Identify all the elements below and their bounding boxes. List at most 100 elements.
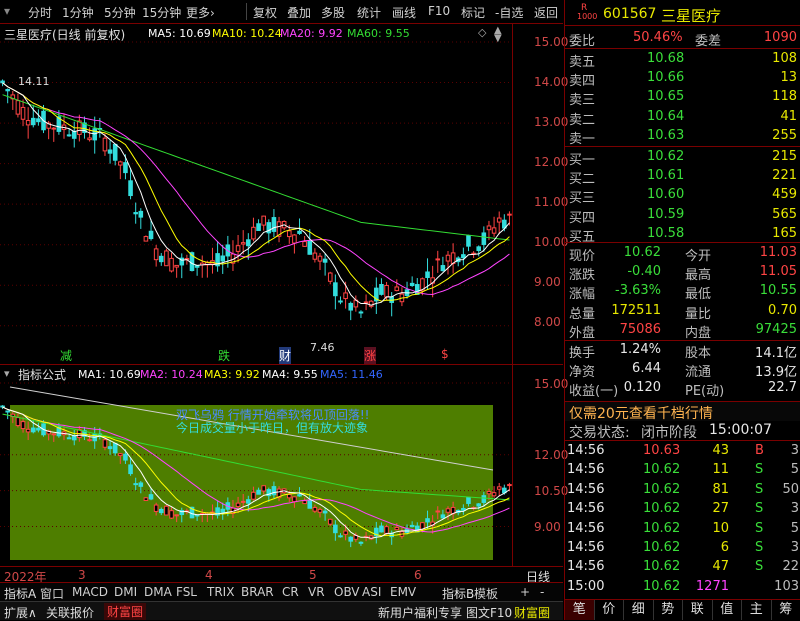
quote-tab[interactable]: 笔	[565, 600, 595, 620]
candle-body	[446, 509, 450, 512]
quote-tab[interactable]: 主	[742, 600, 772, 620]
indicator-tab[interactable]: DMI	[114, 585, 137, 599]
back-button[interactable]: 返回	[534, 4, 558, 21]
ask-row[interactable]: 卖二 10.64 41	[565, 108, 800, 127]
candle-body	[195, 266, 199, 268]
quote-tab[interactable]: 价	[595, 600, 625, 620]
ask-row[interactable]: 卖四 10.66 13	[565, 69, 800, 88]
mark-button[interactable]: 标记	[461, 4, 485, 21]
candle-body	[328, 519, 332, 524]
stat-value: 10.55	[760, 283, 797, 298]
candle-body	[380, 284, 384, 294]
indicator-canvas[interactable]	[0, 365, 563, 567]
promo-text[interactable]: 仅需20元查看千档行情	[569, 403, 713, 423]
candle-body	[349, 303, 353, 310]
indicator-tab[interactable]: BRAR	[241, 585, 274, 599]
indicator-tab[interactable]: DMA	[144, 585, 172, 599]
indicator-tab[interactable]: TRIX	[207, 585, 234, 599]
bid-row[interactable]: 买二 10.61 221	[565, 167, 800, 186]
tab-intraday[interactable]: 分时	[28, 4, 52, 21]
quote-tab[interactable]: 势	[654, 600, 684, 620]
fuquan-button[interactable]: 复权	[253, 4, 277, 21]
indicator-tab[interactable]: MACD	[72, 585, 108, 599]
quote-tab[interactable]: 值	[713, 600, 743, 620]
tick-side: S	[755, 521, 763, 536]
tab-15min[interactable]: 15分钟	[142, 4, 181, 21]
ask-volume: 13	[780, 70, 797, 85]
tick-time: 14:56	[567, 443, 604, 458]
candle-body	[446, 255, 450, 261]
quote-tab[interactable]: 筹	[772, 600, 800, 620]
related-quote-button[interactable]: 关联报价	[46, 604, 94, 621]
tab-5min[interactable]: 5分钟	[104, 4, 136, 21]
signal-rise: 涨	[364, 347, 376, 364]
candle-body	[272, 487, 276, 495]
quote-tab[interactable]: 联	[683, 600, 713, 620]
y-tick-9: 9.00	[534, 275, 561, 289]
indicator-tab[interactable]: FSL	[176, 585, 197, 599]
candle-body	[508, 214, 512, 215]
indicator-panel[interactable]: ▾ 指标公式 MA1: 10.69 MA2: 10.24 MA3: 9.92 M…	[0, 364, 563, 566]
indicator-tab[interactable]: VR	[308, 585, 325, 599]
bid-label: 买一	[569, 149, 595, 168]
candle-body	[6, 89, 10, 90]
watchlist-button[interactable]: -自选	[495, 4, 523, 21]
ask-volume: 108	[772, 51, 797, 66]
stat-label: 内盘	[685, 322, 711, 341]
kline-panel[interactable]: 三星医疗(日线 前复权) MA5: 10.69 MA10: 10.24 MA20…	[0, 24, 563, 364]
ask-row[interactable]: 卖三 10.65 118	[565, 88, 800, 107]
indicator-tab[interactable]: 指标A	[4, 585, 36, 602]
indicator-tab[interactable]: OBV	[334, 585, 360, 599]
ask-row[interactable]: 卖五 10.68 108	[565, 50, 800, 69]
tick-side: S	[755, 462, 763, 477]
candle-body	[67, 135, 71, 136]
candle-body	[16, 101, 20, 114]
overlay-button[interactable]: 叠加	[287, 4, 311, 21]
candle-body	[436, 259, 440, 260]
draw-line-button[interactable]: 画线	[392, 4, 416, 21]
graphic-f10-link[interactable]: 图文F10	[466, 604, 512, 621]
candle-body	[108, 150, 112, 153]
indicator-tab[interactable]: EMV	[390, 585, 416, 599]
candle-body	[37, 119, 41, 122]
indicator-tab[interactable]: 模板	[474, 585, 498, 602]
indicator-tab[interactable]: 指标B	[442, 585, 474, 602]
bid-row[interactable]: 买五 10.58 165	[565, 225, 800, 244]
new-user-welfare-link[interactable]: 新用户福利专享	[378, 604, 462, 621]
tab-more[interactable]: 更多›	[186, 4, 215, 21]
indicator-tab[interactable]: CR	[282, 585, 299, 599]
expand-button[interactable]: 扩展∧	[4, 604, 37, 621]
kline-canvas[interactable]	[0, 24, 563, 364]
indicator-tab[interactable]: -	[540, 585, 544, 599]
tick-time: 14:56	[567, 462, 604, 477]
tick-volume: 6	[721, 540, 729, 555]
quote-tab[interactable]: 细	[624, 600, 654, 620]
candle-body	[72, 131, 76, 138]
bid-row[interactable]: 买一 10.62 215	[565, 148, 800, 167]
indicator-tab[interactable]: ASI	[362, 585, 381, 599]
weibi-value: 50.46%	[633, 30, 683, 45]
side-wealth-circle-link[interactable]: 财富圈	[514, 604, 550, 621]
ask-row[interactable]: 卖一 10.63 255	[565, 127, 800, 146]
f10-button[interactable]: F10	[428, 4, 450, 18]
candle-body	[175, 265, 179, 267]
quote-panel: R 1000 601567 三星医疗 委比 50.46% 委差 1090 卖五 …	[564, 0, 800, 620]
tick-price: 10.62	[643, 559, 680, 574]
bid-row[interactable]: 买三 10.60 459	[565, 186, 800, 205]
candle-body	[154, 505, 158, 511]
promo-row[interactable]: 仅需20元查看千档行情	[565, 401, 800, 421]
bid-row[interactable]: 买四 10.59 565	[565, 206, 800, 225]
menu-icon[interactable]: ▾	[4, 4, 10, 18]
candle-body	[134, 213, 138, 214]
bid-label: 买二	[569, 168, 595, 187]
indicator-tab[interactable]: +	[520, 585, 530, 599]
stat2-row: 净资 6.44 流通 13.9亿	[565, 360, 800, 379]
multi-stock-button[interactable]: 多股	[321, 4, 345, 21]
stats-button[interactable]: 统计	[357, 4, 381, 21]
stat-value: 1.24%	[620, 342, 661, 357]
wealth-circle-button[interactable]: 财富圈	[104, 603, 146, 620]
stat2-row: 换手 1.24% 股本 14.1亿	[565, 341, 800, 360]
tab-1min[interactable]: 1分钟	[62, 4, 94, 21]
ask-label: 卖二	[569, 109, 595, 128]
indicator-tab[interactable]: 窗口	[40, 585, 64, 602]
